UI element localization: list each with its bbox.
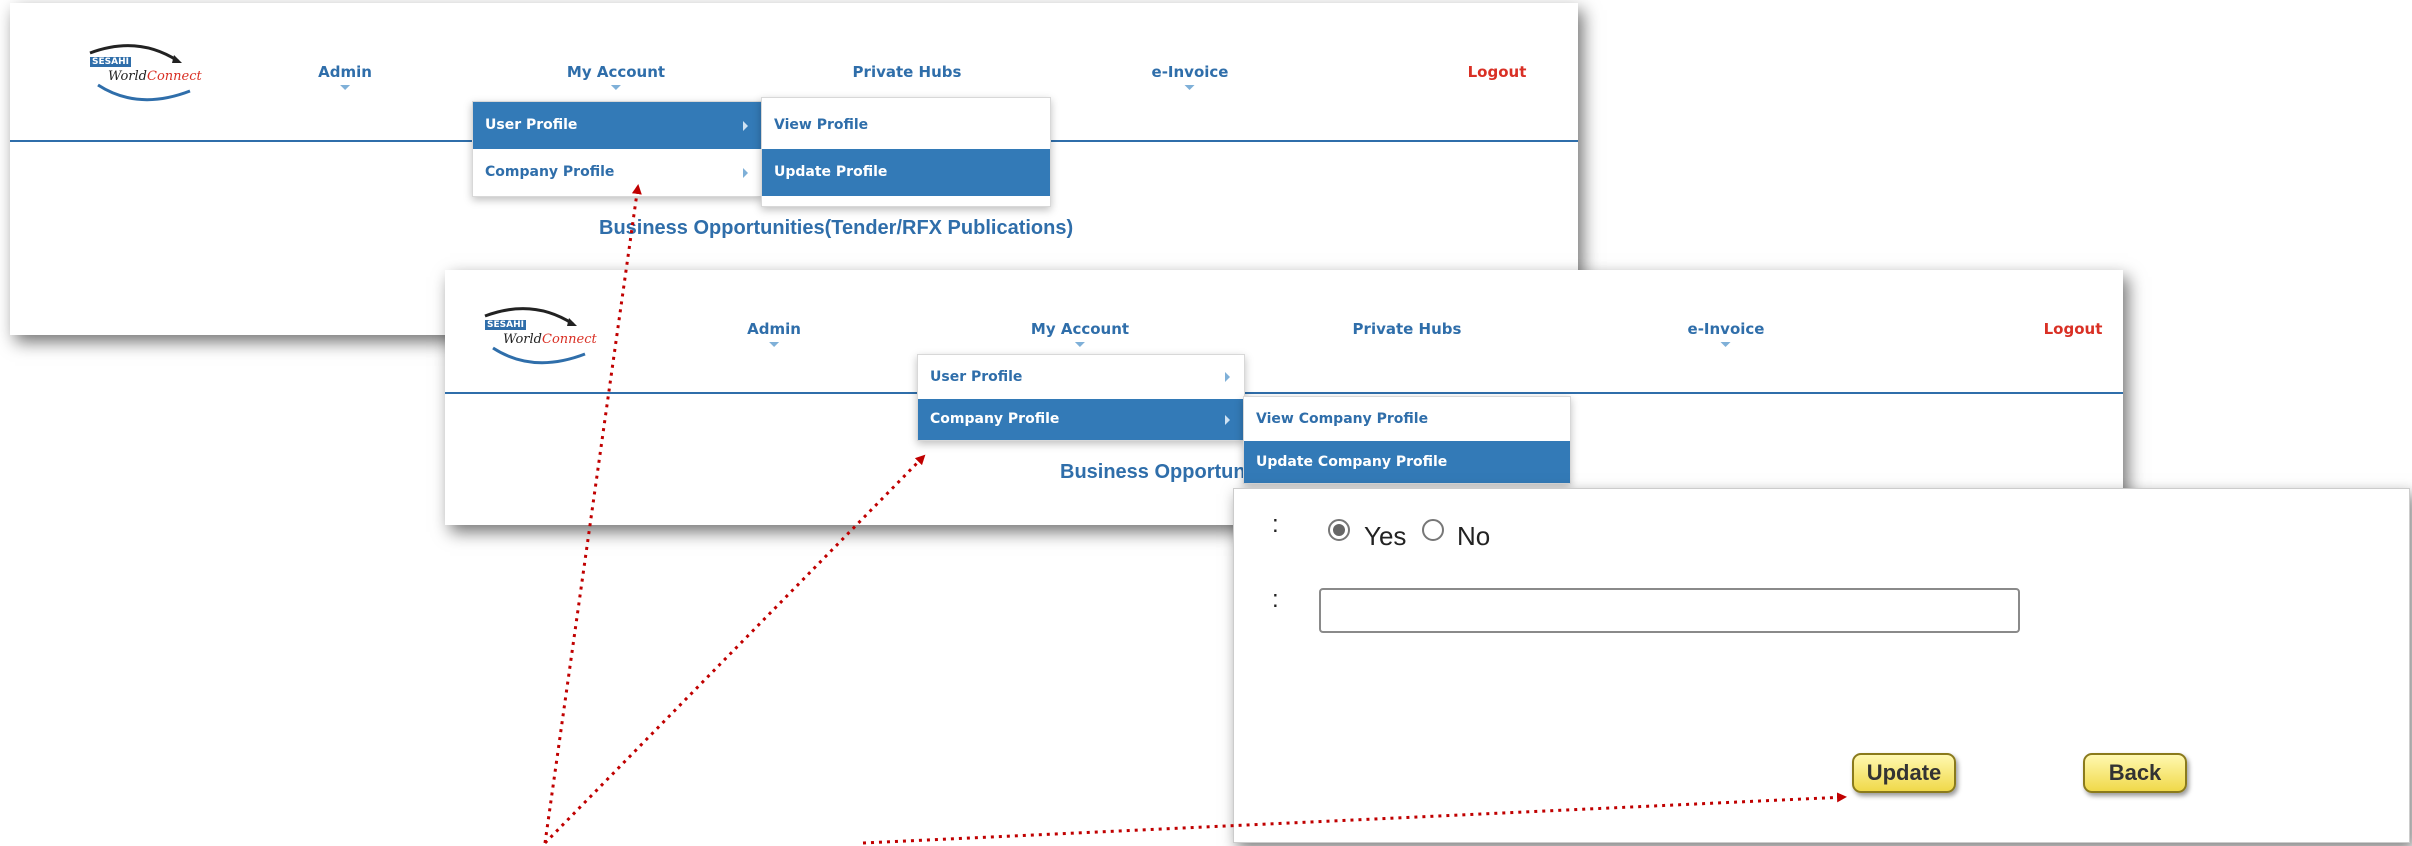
text-field[interactable] [1319, 588, 2020, 633]
screenshot-company-profile-menu: SESAHI WorldConnect Admin My Account Pri… [445, 270, 2123, 525]
radio-no[interactable] [1422, 519, 1444, 541]
submenu-item-update-company-profile[interactable]: Update Company Profile [1244, 441, 1570, 483]
my-account-menu: User Profile Company Profile [917, 354, 1245, 441]
my-account-menu: User Profile Company Profile [472, 101, 763, 197]
sesahi-logo[interactable]: SESAHI WorldConnect [78, 39, 208, 109]
user-profile-submenu: View Profile Update Profile [761, 97, 1051, 207]
submenu-item-view-profile[interactable]: View Profile [762, 102, 1050, 149]
submenu-item-update-profile[interactable]: Update Profile [762, 149, 1050, 196]
chevron-down-icon [768, 342, 779, 347]
nav-my-account[interactable]: My Account [567, 63, 665, 90]
logo-brand-worldconnect: WorldConnect [503, 332, 597, 347]
nav-logout[interactable]: Logout [2044, 320, 2103, 338]
chevron-right-icon [743, 120, 748, 131]
nav-private-hubs[interactable]: Private Hubs [1353, 320, 1462, 338]
menu-item-company-profile[interactable]: Company Profile [473, 149, 762, 196]
update-button[interactable]: Update [1852, 753, 1956, 793]
chevron-down-icon [611, 85, 621, 90]
submenu-item-view-company-profile[interactable]: View Company Profile [1244, 397, 1570, 441]
chevron-down-icon [339, 85, 350, 90]
chevron-right-icon [743, 167, 748, 178]
nav-admin[interactable]: Admin [318, 63, 372, 90]
radio-yes[interactable] [1328, 519, 1350, 541]
sesahi-logo[interactable]: SESAHI WorldConnect [473, 302, 603, 372]
chevron-down-icon [1184, 85, 1195, 90]
page-title: Business Opportuni [1060, 461, 1252, 483]
page-title: Business Opportunities(Tender/RFX Public… [599, 217, 1074, 239]
logo-brand-sesahi: SESAHI [90, 57, 131, 67]
nav-admin[interactable]: Admin [747, 320, 801, 347]
nav-e-invoice[interactable]: e-Invoice [1152, 63, 1228, 90]
chevron-right-icon [1225, 414, 1230, 425]
chevron-right-icon [1225, 372, 1230, 382]
field-colon: : [1272, 586, 1279, 613]
nav-e-invoice[interactable]: e-Invoice [1688, 320, 1764, 347]
logo-brand-worldconnect: WorldConnect [108, 69, 202, 84]
menu-item-user-profile[interactable]: User Profile [473, 102, 762, 149]
menu-item-company-profile[interactable]: Company Profile [918, 399, 1244, 440]
radio-no-label: No [1457, 521, 1491, 551]
chevron-down-icon [1075, 342, 1085, 347]
nav-logout[interactable]: Logout [1468, 63, 1527, 81]
nav-my-account[interactable]: My Account [1031, 320, 1129, 347]
menu-item-user-profile[interactable]: User Profile [918, 355, 1244, 399]
field-colon: : [1272, 511, 1279, 538]
radio-yes-label: Yes [1364, 521, 1407, 551]
screenshot-update-form: : Yes No : Update Back [1233, 488, 2410, 843]
top-navbar: SESAHI WorldConnect Admin My Account Pri… [445, 270, 2123, 394]
company-profile-submenu: View Company Profile Update Company Prof… [1243, 396, 1571, 484]
back-button[interactable]: Back [2083, 753, 2187, 793]
nav-private-hubs[interactable]: Private Hubs [853, 63, 962, 81]
chevron-down-icon [1720, 342, 1731, 347]
logo-brand-sesahi: SESAHI [485, 320, 526, 330]
